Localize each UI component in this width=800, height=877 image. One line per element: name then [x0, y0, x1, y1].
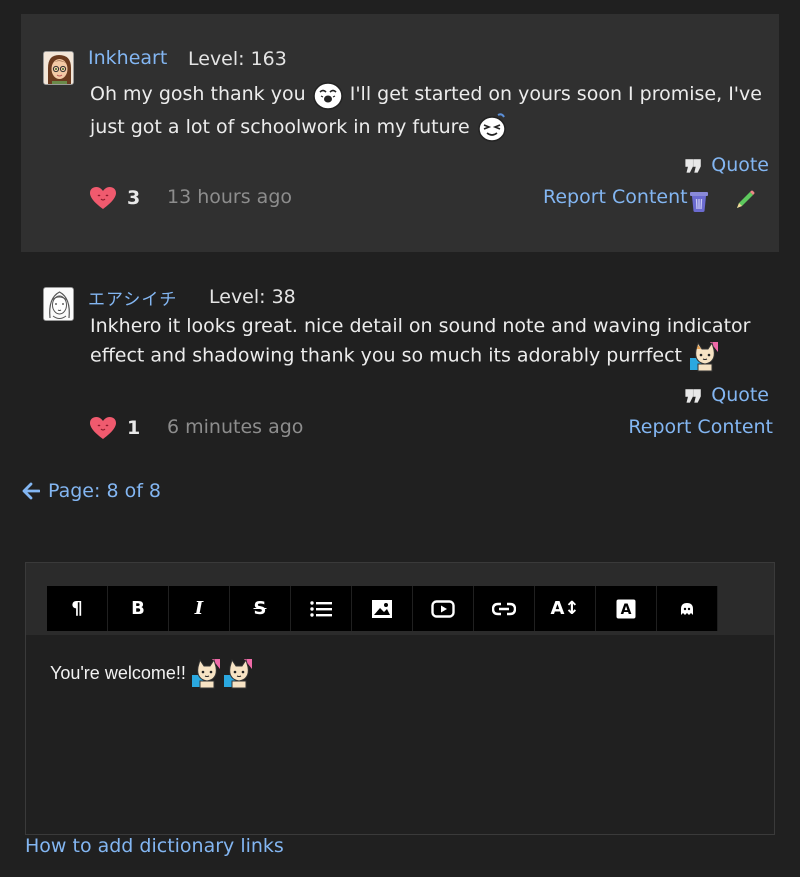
happy-emoji-icon	[312, 81, 343, 110]
username-link[interactable]: エアシイチ	[88, 285, 177, 310]
like-count: 1	[127, 417, 141, 439]
user-level: Level: 38	[209, 286, 296, 308]
cat-sticker-icon	[191, 658, 220, 689]
heart-icon	[90, 187, 116, 209]
page-indicator: Page: 8 of 8	[48, 480, 162, 502]
report-content-link[interactable]: Report Content	[628, 416, 773, 438]
comment-post: Inkheart Level: 163 Oh my gosh thank you…	[21, 14, 779, 252]
post-timestamp: 13 hours ago	[167, 186, 293, 208]
list-icon[interactable]	[291, 586, 352, 631]
avatar[interactable]	[43, 51, 74, 85]
username-link[interactable]: Inkheart	[88, 47, 167, 69]
image-icon[interactable]	[352, 586, 413, 631]
pencil-edit-icon[interactable]	[734, 189, 756, 211]
italic-icon[interactable]: I	[169, 586, 230, 631]
editor-text: You're welcome!!	[50, 662, 186, 683]
like-count: 3	[127, 187, 141, 209]
strikethrough-icon[interactable]: S	[230, 586, 291, 631]
quote-button[interactable]: ❞ Quote	[684, 384, 769, 422]
emoji-icon[interactable]	[657, 586, 718, 631]
user-level: Level: 163	[188, 48, 287, 70]
link-icon[interactable]	[474, 586, 535, 631]
report-content-link[interactable]: Report Content	[543, 186, 688, 208]
laughing-emoji-icon	[478, 113, 506, 142]
arrow-left-icon	[22, 482, 40, 500]
trash-icon[interactable]	[689, 189, 709, 213]
bold-icon[interactable]: B	[108, 586, 169, 631]
post-body: Oh my gosh thank you I'll get started on…	[90, 78, 771, 143]
cat-sticker-icon	[223, 658, 252, 689]
reply-editor[interactable]: ¶ B I S A↕ A You're welcome!!	[25, 562, 775, 835]
dictionary-links-help-link[interactable]: How to add dictionary links	[25, 835, 284, 857]
cat-sticker-icon	[690, 341, 719, 372]
post-text: Oh my gosh thank you	[90, 83, 306, 105]
post-timestamp: 6 minutes ago	[167, 416, 304, 438]
comment-post: エアシイチ Level: 38 Inkhero it looks great. …	[21, 262, 779, 462]
like-button[interactable]: 3	[89, 186, 140, 210]
like-button[interactable]: 1	[89, 416, 140, 440]
quote-icon: ❞	[683, 383, 704, 425]
post-body: Inkhero it looks great. nice detail on s…	[90, 312, 771, 372]
editor-content[interactable]: You're welcome!!	[50, 657, 254, 689]
video-icon[interactable]	[413, 586, 474, 631]
paragraph-icon[interactable]: ¶	[47, 586, 108, 631]
font-color-icon[interactable]: A	[596, 586, 657, 631]
post-text: Inkhero it looks great. nice detail on s…	[90, 315, 751, 367]
page-navigation-link[interactable]: Page: 8 of 8	[22, 480, 161, 502]
heart-icon	[90, 417, 116, 439]
quote-icon: ❞	[683, 153, 704, 195]
quote-label: Quote	[711, 154, 769, 176]
quote-label: Quote	[711, 384, 769, 406]
editor-toolbar: ¶ B I S A↕ A	[47, 586, 718, 631]
quote-button[interactable]: ❞ Quote	[684, 154, 769, 192]
svg-text:A: A	[621, 602, 632, 618]
font-size-icon[interactable]: A↕	[535, 586, 596, 631]
avatar[interactable]	[43, 287, 74, 321]
